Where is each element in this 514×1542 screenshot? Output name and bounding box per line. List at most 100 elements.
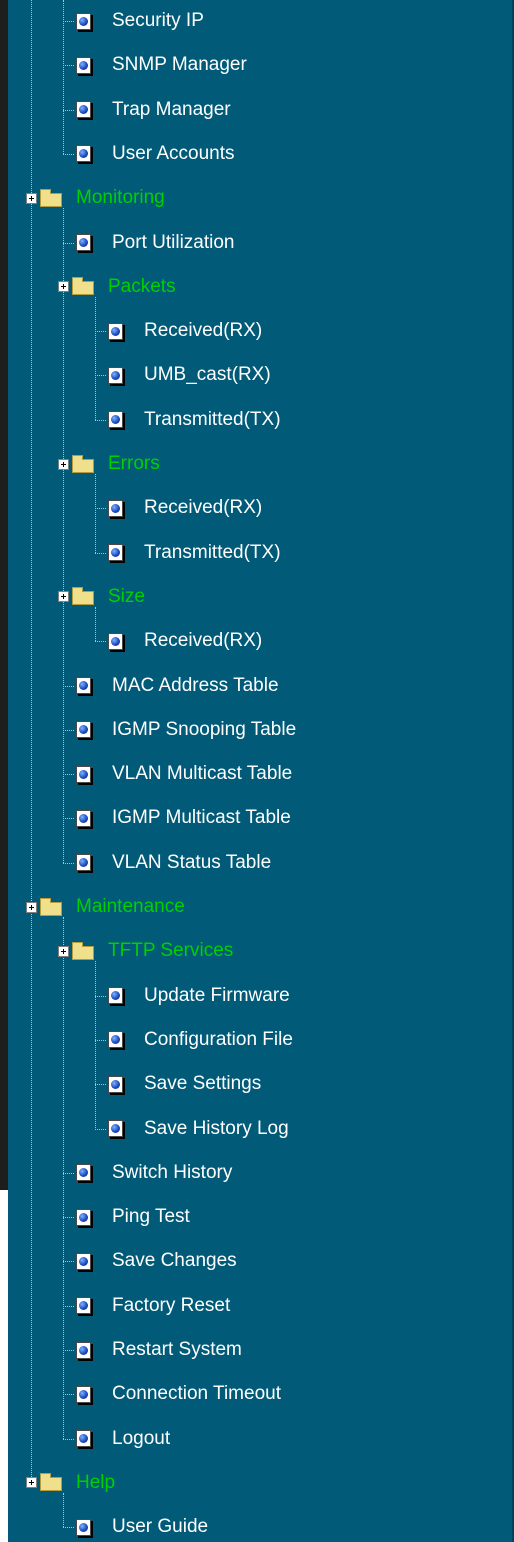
tree-item-label: IGMP Multicast Table <box>112 807 291 829</box>
tree-item-configuration-file[interactable]: Configuration File <box>108 1023 293 1057</box>
tree-connector-line <box>95 1128 106 1130</box>
tree-item-label: Connection Timeout <box>112 1383 281 1405</box>
tree-item-vlan-multicast-table[interactable]: VLAN Multicast Table <box>76 757 292 791</box>
navigation-tree: Security IP SNMP Manager Trap Manager User … <box>0 0 514 1542</box>
document-icon <box>76 145 91 163</box>
tree-folder-maintenance[interactable]: Maintenance <box>26 890 185 924</box>
document-icon <box>108 1120 123 1137</box>
tree-item-restart-system[interactable]: Restart System <box>76 1333 242 1367</box>
tree-item-label: Switch History <box>112 1161 233 1183</box>
tree-item-label: Received(RX) <box>144 630 263 652</box>
tree-folder-tftp-services[interactable]: TFTP Services <box>58 934 233 968</box>
tree-item-save-history-log[interactable]: Save History Log <box>108 1112 289 1146</box>
tree-item-label: Restart System <box>112 1339 242 1360</box>
document-icon <box>76 1518 91 1536</box>
tree-item-security-ip[interactable]: Security IP <box>76 4 204 38</box>
tree-folder-help[interactable]: Help <box>26 1466 115 1500</box>
tree-item-trap-manager[interactable]: Trap Manager <box>76 93 231 127</box>
tree-item-igmp-multicast-table[interactable]: IGMP Multicast Table <box>76 801 291 835</box>
tree-connector-line <box>63 153 74 155</box>
tree-item-user-accounts[interactable]: User Accounts <box>76 137 235 171</box>
expand-toggle-icon[interactable] <box>26 192 37 204</box>
tree-item-label: Maintenance <box>76 896 185 917</box>
tree-item-transmitted-tx[interactable]: Transmitted(TX) <box>108 536 281 570</box>
tree-item-label: Save Changes <box>112 1250 237 1272</box>
tree-item-umb-cast-rx[interactable]: UMB_cast(RX) <box>108 358 271 392</box>
document-icon <box>76 1341 91 1359</box>
tree-connector-line <box>95 508 106 510</box>
tree-item-label: User Accounts <box>112 142 235 164</box>
document-icon <box>108 632 123 650</box>
tree-connector-line <box>95 474 96 553</box>
tree-item-user-guide[interactable]: User Guide <box>76 1510 208 1542</box>
tree-item-label: Monitoring <box>76 187 165 209</box>
tree-item-port-utilization[interactable]: Port Utilization <box>76 226 235 260</box>
tree-connector-line <box>95 419 106 421</box>
tree-connector-line <box>95 552 106 554</box>
expand-toggle-icon[interactable] <box>58 458 69 470</box>
tree-item-switch-history[interactable]: Switch History <box>76 1156 232 1190</box>
document-icon <box>76 234 91 251</box>
document-icon <box>76 1208 91 1226</box>
tree-item-received-rx[interactable]: Received(RX) <box>108 491 262 525</box>
tree-item-label: Ping Test <box>112 1206 190 1228</box>
tree-item-snmp-manager[interactable]: SNMP Manager <box>76 48 247 82</box>
tree-item-received-rx[interactable]: Received(RX) <box>108 624 262 658</box>
tree-item-factory-reset[interactable]: Factory Reset <box>76 1289 230 1323</box>
tree-item-label: Trap Manager <box>112 98 231 120</box>
tree-connector-line <box>63 1527 74 1529</box>
document-icon <box>76 854 91 872</box>
document-icon <box>76 1164 91 1182</box>
tree-item-igmp-snooping-table[interactable]: IGMP Snooping Table <box>76 713 296 747</box>
tree-item-logout[interactable]: Logout <box>76 1422 170 1456</box>
tree-item-label: IGMP Snooping Table <box>112 718 297 740</box>
tree-folder-packets[interactable]: Packets <box>58 270 176 304</box>
folder-icon <box>40 897 62 916</box>
document-icon <box>108 544 123 562</box>
tree-item-label: Save History Log <box>144 1117 289 1139</box>
expand-toggle-icon[interactable] <box>58 591 69 603</box>
tree-folder-errors[interactable]: Errors <box>58 447 160 481</box>
expand-toggle-icon[interactable] <box>26 1477 37 1489</box>
document-icon <box>76 1430 91 1448</box>
tree-item-label: Configuration File <box>144 1028 293 1050</box>
tree-connector-line <box>63 1438 74 1440</box>
document-icon <box>76 1252 91 1270</box>
document-icon <box>76 1385 91 1403</box>
document-icon <box>76 765 91 783</box>
tree-item-vlan-status-table[interactable]: VLAN Status Table <box>76 846 271 880</box>
tree-item-save-changes[interactable]: Save Changes <box>76 1244 237 1278</box>
left-frame-gap <box>0 1190 8 1542</box>
tree-folder-size[interactable]: Size <box>58 580 145 614</box>
expand-toggle-icon[interactable] <box>58 945 69 957</box>
tree-item-update-firmware[interactable]: Update Firmware <box>108 979 290 1013</box>
tree-connector-line <box>95 331 106 333</box>
tree-item-label: UMB_cast(RX) <box>144 364 271 386</box>
tree-connector-line <box>63 1261 74 1263</box>
document-icon <box>76 677 91 694</box>
tree-connector-line <box>63 818 74 820</box>
tree-item-label: TFTP Services <box>108 940 234 962</box>
tree-item-save-settings[interactable]: Save Settings <box>108 1067 261 1101</box>
tree-connector-line <box>95 375 106 377</box>
tree-item-label: Transmitted(TX) <box>144 541 281 563</box>
tree-item-mac-address-table[interactable]: MAC Address Table <box>76 669 279 703</box>
tree-item-received-rx[interactable]: Received(RX) <box>108 314 262 348</box>
tree-item-label: Received(RX) <box>144 320 263 342</box>
tree-item-label: Transmitted(TX) <box>144 408 281 430</box>
tree-item-ping-test[interactable]: Ping Test <box>76 1200 190 1234</box>
folder-icon <box>72 277 94 296</box>
expand-toggle-icon[interactable] <box>58 281 69 293</box>
tree-item-label: Received(RX) <box>144 497 263 519</box>
tree-connector-line <box>63 208 64 863</box>
document-icon <box>108 366 123 384</box>
tree-item-label: Logout <box>112 1427 171 1449</box>
expand-toggle-icon[interactable] <box>26 901 37 913</box>
tree-connector-line <box>95 1039 106 1041</box>
tree-item-transmitted-tx[interactable]: Transmitted(TX) <box>108 403 281 437</box>
tree-item-connection-timeout[interactable]: Connection Timeout <box>76 1377 281 1411</box>
tree-item-label: Size <box>108 585 145 607</box>
tree-connector-line <box>95 995 106 997</box>
tree-folder-monitoring[interactable]: Monitoring <box>26 181 165 215</box>
tree-connector-line <box>95 961 96 1129</box>
